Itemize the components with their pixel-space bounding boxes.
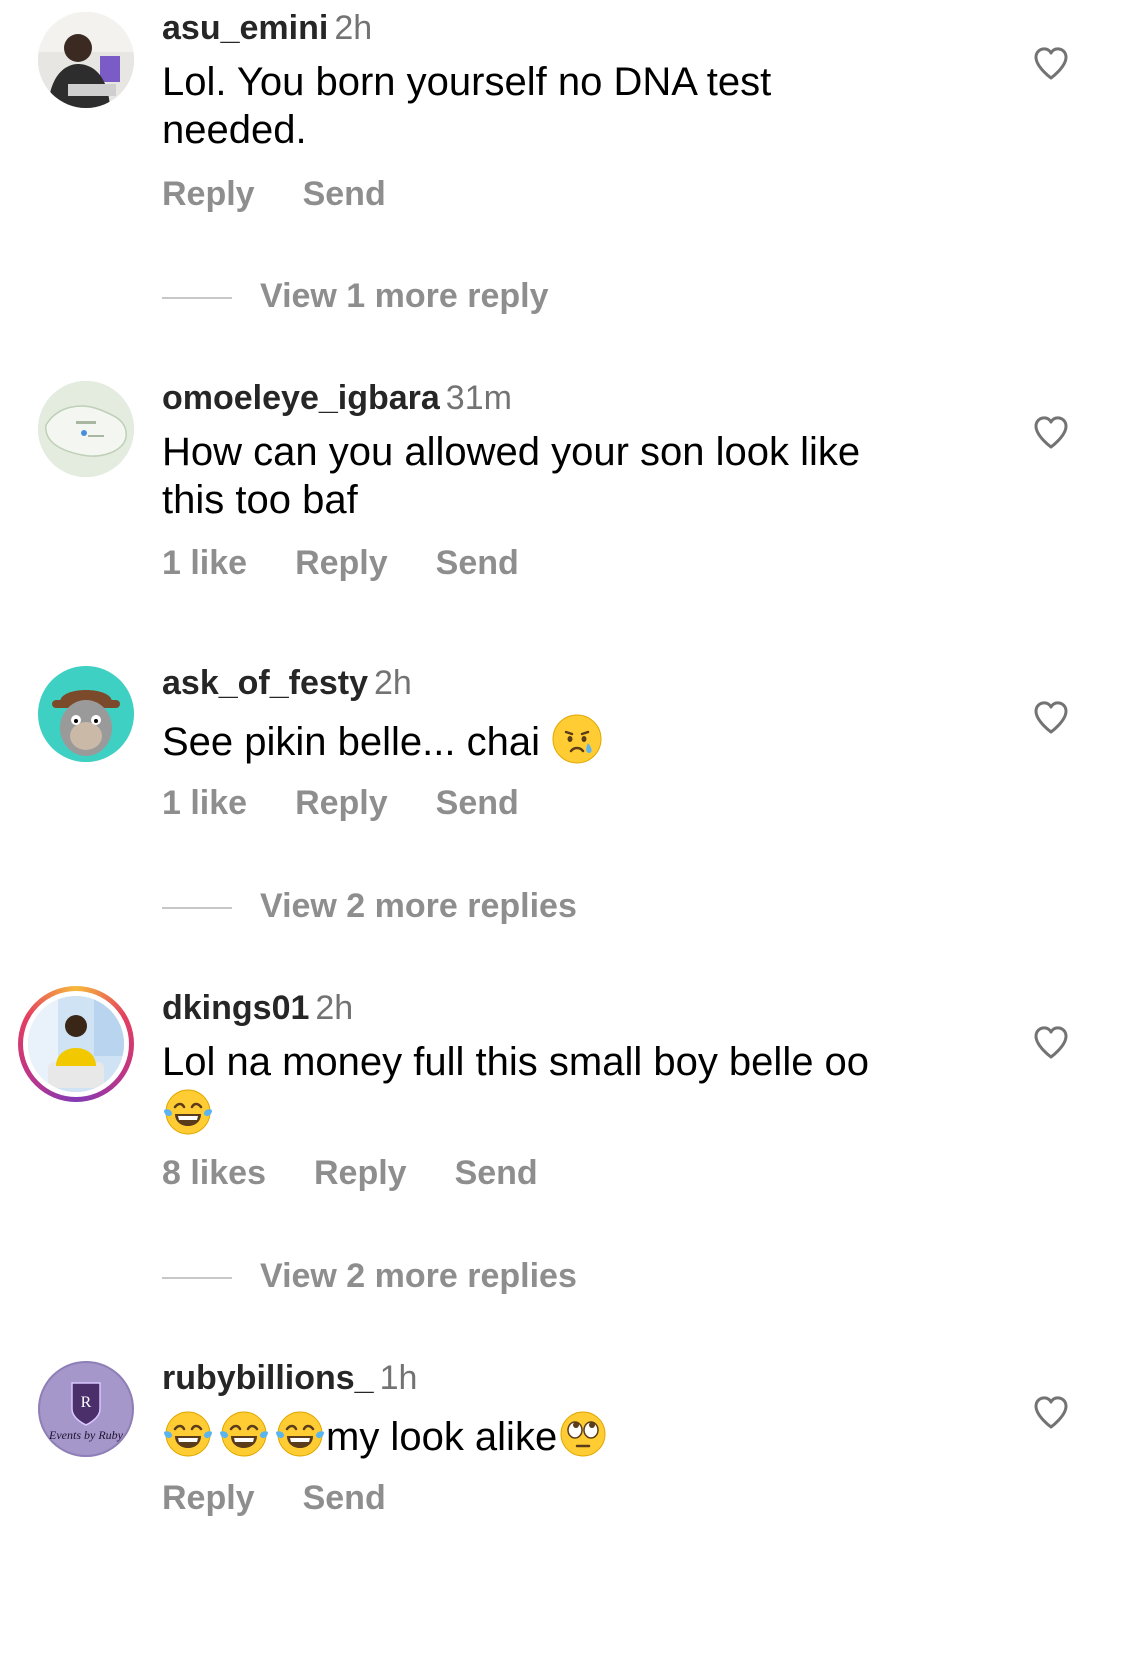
- like-count[interactable]: 1 like: [162, 784, 247, 822]
- comment-username[interactable]: rubybillions_: [162, 1359, 374, 1397]
- tears-of-joy-emoji-icon: [164, 1411, 212, 1457]
- reply-button[interactable]: Reply: [162, 175, 255, 213]
- view-more-replies[interactable]: View 2 more replies: [162, 886, 577, 926]
- comment-text: See pikin belle... chai: [162, 713, 962, 766]
- comment-time: 2h: [315, 989, 354, 1027]
- comment-time: 2h: [334, 9, 373, 47]
- like-count[interactable]: 8 likes: [162, 1154, 266, 1192]
- avatar-logo-brand: Events by Ruby: [48, 1428, 124, 1442]
- tears-of-joy-emoji-icon: [276, 1411, 324, 1457]
- comment-time: 1h: [379, 1359, 418, 1397]
- comment-text: How can you allowed your son look like t…: [162, 430, 861, 522]
- reply-button[interactable]: Reply: [162, 1479, 255, 1517]
- view-more-replies[interactable]: View 2 more replies: [162, 1256, 577, 1296]
- comment-text: Lol na money full this small boy belle o…: [162, 1038, 942, 1143]
- face-with-rolling-eyes-emoji-icon: [560, 1411, 606, 1457]
- avatar[interactable]: [38, 666, 134, 762]
- comment-username[interactable]: omoeleye_igbara: [162, 379, 440, 417]
- send-button[interactable]: Send: [436, 784, 519, 822]
- crying-face-emoji-icon: [552, 714, 602, 764]
- tears-of-joy-emoji-icon: [164, 1089, 212, 1135]
- comment-username[interactable]: ask_of_festy: [162, 664, 368, 702]
- heart-icon[interactable]: [1031, 697, 1071, 737]
- avatar[interactable]: [28, 996, 124, 1092]
- comment-text: Lol. You born yourself no DNA test neede…: [162, 60, 772, 152]
- comment-username[interactable]: asu_emini: [162, 9, 328, 47]
- avatar[interactable]: [38, 12, 134, 108]
- avatar[interactable]: R Events by Ruby: [38, 1361, 134, 1457]
- avatar[interactable]: [38, 381, 134, 477]
- like-count[interactable]: 1 like: [162, 544, 247, 582]
- comment-time: 31m: [445, 379, 512, 417]
- divider-line: [162, 297, 232, 300]
- heart-icon[interactable]: [1031, 412, 1071, 452]
- comment-text: my look alike: [162, 1408, 962, 1461]
- story-ring[interactable]: [18, 986, 134, 1102]
- view-more-replies[interactable]: View 1 more reply: [162, 276, 549, 316]
- divider-line: [162, 907, 232, 910]
- reply-button[interactable]: Reply: [314, 1154, 407, 1192]
- send-button[interactable]: Send: [455, 1154, 538, 1192]
- tears-of-joy-emoji-icon: [220, 1411, 268, 1457]
- comment-time: 2h: [374, 664, 412, 702]
- avatar-logo-letter: R: [81, 1394, 92, 1411]
- send-button[interactable]: Send: [436, 544, 519, 582]
- divider-line: [162, 1277, 232, 1280]
- reply-button[interactable]: Reply: [295, 784, 388, 822]
- reply-button[interactable]: Reply: [295, 544, 388, 582]
- heart-icon[interactable]: [1031, 43, 1071, 83]
- comment-username[interactable]: dkings01: [162, 989, 309, 1027]
- heart-icon[interactable]: [1031, 1392, 1071, 1432]
- heart-icon[interactable]: [1031, 1022, 1071, 1062]
- send-button[interactable]: Send: [303, 1479, 386, 1517]
- send-button[interactable]: Send: [303, 175, 386, 213]
